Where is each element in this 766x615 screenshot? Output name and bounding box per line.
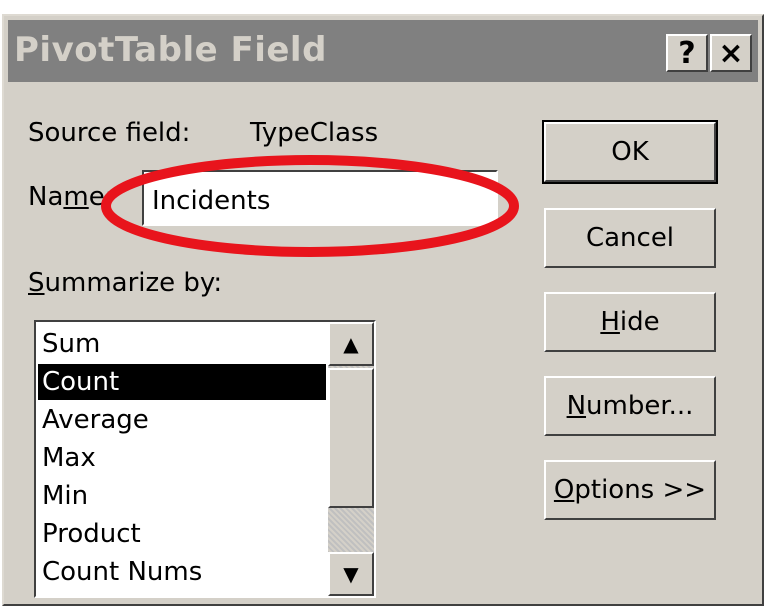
number-button[interactable]: Number... xyxy=(544,376,716,436)
dialog-title: PivotTable Field xyxy=(14,30,327,70)
list-item-count-nums[interactable]: Count Nums xyxy=(38,554,326,590)
help-button[interactable]: ? xyxy=(666,34,708,72)
cancel-button[interactable]: Cancel xyxy=(544,208,716,268)
title-bar[interactable]: PivotTable Field ? × xyxy=(8,20,758,82)
source-field-value: TypeClass xyxy=(250,118,379,148)
list-item-product[interactable]: Product xyxy=(38,516,326,552)
arrow-up-icon: ▲ xyxy=(343,332,359,356)
pivottable-field-dialog: PivotTable Field ? × Source field: TypeC… xyxy=(2,14,764,606)
close-icon: × xyxy=(718,35,744,71)
name-input[interactable]: Incidents xyxy=(142,170,498,226)
scrollbar-thumb[interactable] xyxy=(328,368,374,508)
arrow-down-icon: ▼ xyxy=(343,562,359,586)
question-mark-icon: ? xyxy=(678,35,696,71)
list-item-sum[interactable]: Sum xyxy=(38,326,326,362)
list-item-average[interactable]: Average xyxy=(38,402,326,438)
summarize-by-listbox[interactable]: Sum Count Average Max Min Product Count … xyxy=(34,320,376,598)
list-item-count[interactable]: Count xyxy=(38,364,326,400)
options-button[interactable]: Options >> xyxy=(544,460,716,520)
ok-button[interactable]: OK xyxy=(542,120,718,184)
listbox-scrollbar[interactable]: ▲ ▼ xyxy=(328,322,374,596)
scroll-up-button[interactable]: ▲ xyxy=(328,322,374,366)
close-button[interactable]: × xyxy=(710,34,752,72)
name-field-label: Name: xyxy=(28,182,114,212)
list-item-min[interactable]: Min xyxy=(38,478,326,514)
scroll-down-button[interactable]: ▼ xyxy=(328,552,374,596)
summarize-by-label: Summarize by: xyxy=(28,268,223,298)
source-field-label: Source field: xyxy=(28,118,191,148)
list-item-max[interactable]: Max xyxy=(38,440,326,476)
hide-button[interactable]: Hide xyxy=(544,292,716,352)
